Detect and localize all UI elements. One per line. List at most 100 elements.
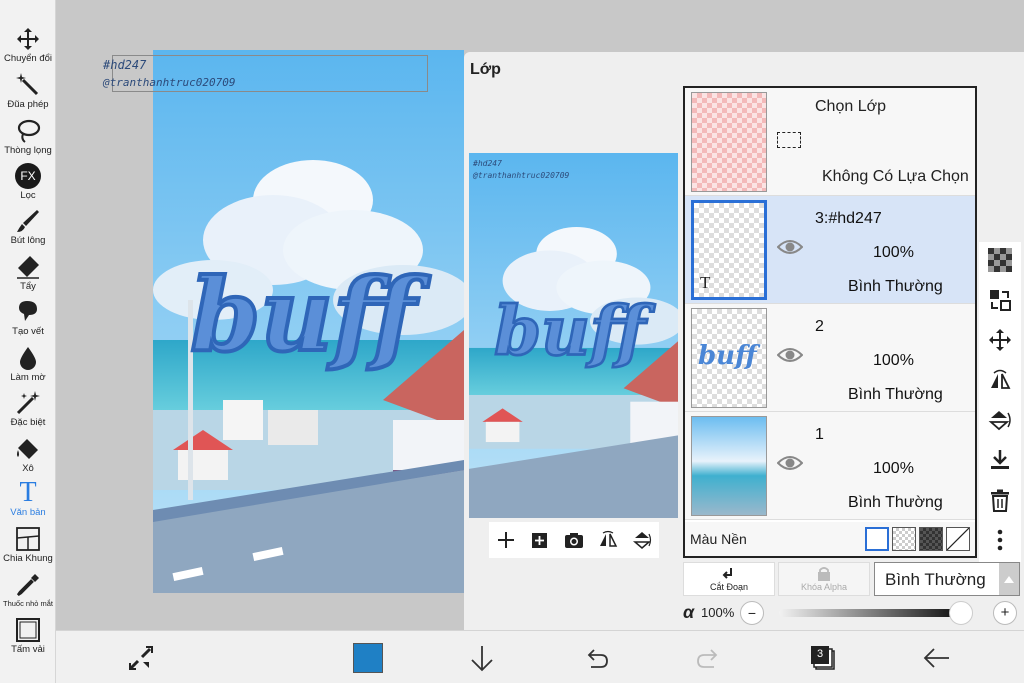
modify-tools-icon[interactable] xyxy=(126,643,156,673)
back-arrow-icon[interactable] xyxy=(921,643,951,673)
layer-opacity: 100% xyxy=(873,244,914,261)
layer-name: 1 xyxy=(815,426,824,443)
tool-smudge[interactable]: Tạo vết xyxy=(0,299,56,337)
visibility-eye-icon[interactable] xyxy=(777,346,803,364)
tool-label: Tạo vết xyxy=(12,326,44,337)
undo-icon[interactable] xyxy=(581,643,611,673)
tool-magic-wand[interactable]: Đũa phép xyxy=(0,72,56,110)
layer-name: 3:#hd247 xyxy=(815,210,882,227)
blend-mode-value: Bình Thường xyxy=(885,570,986,589)
flip-layer-horizontal-icon[interactable] xyxy=(988,368,1012,392)
panel-title: Lớp xyxy=(470,61,501,78)
merge-down-icon[interactable] xyxy=(988,448,1012,472)
tool-label: Thuốc nhỏ mắt xyxy=(2,599,54,608)
tool-move[interactable]: Chuyển đổi xyxy=(0,26,56,64)
text-icon: T xyxy=(19,477,37,508)
fx-icon: FX xyxy=(15,163,41,189)
tool-lasso[interactable]: Thòng lọng xyxy=(0,118,56,156)
selection-layer-row[interactable]: Chọn Lớp Không Có Lựa Chọn xyxy=(685,88,975,196)
transparency-checker-icon[interactable] xyxy=(988,248,1012,272)
layers-button[interactable]: 3 xyxy=(808,643,838,673)
tool-label: Thòng lọng xyxy=(4,145,52,156)
tool-text[interactable]: T Văn bản xyxy=(0,477,56,519)
artwork-illustration: buff xyxy=(153,50,464,593)
tool-label: Đặc biệt xyxy=(10,417,46,428)
layer-name: 2 xyxy=(815,318,824,335)
brush-icon xyxy=(17,210,39,232)
alpha-value: 100% xyxy=(701,605,735,620)
thumb-buff-text: buff xyxy=(698,341,757,371)
flip-vertical-icon[interactable] xyxy=(632,530,652,550)
artwork-canvas[interactable]: buff xyxy=(153,50,464,593)
move-layer-icon[interactable] xyxy=(988,328,1012,352)
layer-opacity: 100% xyxy=(873,460,914,477)
tool-eraser[interactable]: Tẩy xyxy=(0,254,56,292)
add-raster-layer-icon[interactable] xyxy=(530,530,550,550)
layer-thumbnail xyxy=(691,416,767,516)
trash-icon[interactable] xyxy=(988,488,1012,512)
opacity-decrease-button[interactable]: − xyxy=(740,601,764,625)
bg-checker-light-swatch[interactable] xyxy=(892,527,916,551)
move-icon xyxy=(17,28,39,50)
background-color-row: Màu Nền xyxy=(685,522,975,556)
opacity-slider-thumb[interactable] xyxy=(949,601,973,625)
tool-canvas[interactable]: Tấm vải xyxy=(0,617,56,655)
bottom-toolbar: 3 xyxy=(56,630,1024,683)
blend-mode-select[interactable]: Bình Thường xyxy=(874,562,1020,596)
preview-watermark-handle: @tranthanhtruc020709 xyxy=(473,171,570,180)
tool-filter[interactable]: FX Lọc xyxy=(0,163,56,201)
bucket-icon xyxy=(17,439,38,459)
bg-none-swatch[interactable] xyxy=(946,527,970,551)
lasso-icon xyxy=(17,119,41,143)
frame-divider-icon xyxy=(16,527,40,551)
alpha-symbol: α xyxy=(683,602,695,622)
tool-frame-divider[interactable]: Chia Khung xyxy=(0,526,56,564)
flip-horizontal-icon[interactable] xyxy=(598,530,618,550)
tool-special[interactable]: Đặc biệt xyxy=(0,390,56,428)
more-options-icon[interactable] xyxy=(988,528,1012,552)
smudge-icon xyxy=(19,301,37,321)
tool-bucket[interactable]: Xô xyxy=(0,436,56,474)
clip-button-label: Cắt Đoạn xyxy=(709,582,749,592)
camera-icon[interactable] xyxy=(564,530,584,550)
eraser-icon xyxy=(17,256,39,279)
preview-buff-text: buff xyxy=(494,292,656,371)
clip-button[interactable]: Cắt Đoạn xyxy=(683,562,775,596)
arrow-down-icon[interactable] xyxy=(467,643,497,673)
chevron-up-icon xyxy=(999,563,1019,595)
visibility-eye-icon[interactable] xyxy=(777,454,803,472)
layer-row[interactable]: 1 100% Bình Thường xyxy=(685,412,975,520)
visibility-eye-icon[interactable] xyxy=(777,238,803,256)
tool-eyedropper[interactable]: Thuốc nhỏ mắt xyxy=(0,572,56,608)
swap-layers-icon[interactable] xyxy=(988,288,1012,312)
preview-watermark-tag: #hd247 xyxy=(473,159,502,168)
opacity-slider-row: α 100% − + xyxy=(683,600,1024,626)
slash-icon xyxy=(946,527,970,551)
tool-brush[interactable]: Bút lông xyxy=(0,208,56,246)
selection-status: Không Có Lựa Chọn xyxy=(822,168,969,185)
tool-label: Tẩy xyxy=(20,281,36,292)
layer-row[interactable]: T 3:#hd247 100% Bình Thường xyxy=(685,196,975,304)
opacity-increase-button[interactable]: + xyxy=(993,601,1017,625)
layer-opacity: 100% xyxy=(873,352,914,369)
clip-arrow-icon xyxy=(722,568,732,579)
layer-actions-bar xyxy=(489,522,659,558)
bg-checker-dark-swatch[interactable] xyxy=(919,527,943,551)
alpha-lock-label: Khóa Alpha xyxy=(800,582,848,592)
layer-blend-mode: Bình Thường xyxy=(848,494,943,511)
alpha-lock-button[interactable]: Khóa Alpha xyxy=(778,562,870,596)
bg-white-swatch[interactable] xyxy=(865,527,889,551)
add-layer-icon[interactable] xyxy=(496,530,516,550)
primary-color-swatch[interactable] xyxy=(353,643,383,673)
tool-label: Chuyển đổi xyxy=(3,53,53,64)
tool-blur[interactable]: Làm mờ xyxy=(0,345,56,383)
layer-side-tools xyxy=(979,242,1021,562)
flip-layer-vertical-icon[interactable] xyxy=(988,408,1012,432)
redo-icon[interactable] xyxy=(694,643,724,673)
canvas-preview[interactable]: buff #hd247 @tranthanhtruc020709 xyxy=(469,153,678,518)
opacity-slider-track[interactable] xyxy=(779,609,959,617)
text-layer-icon: T xyxy=(700,273,711,292)
tool-label: Xô xyxy=(22,463,34,474)
layer-row[interactable]: buff 2 100% Bình Thường xyxy=(685,304,975,412)
selection-thumbnail xyxy=(691,92,767,192)
